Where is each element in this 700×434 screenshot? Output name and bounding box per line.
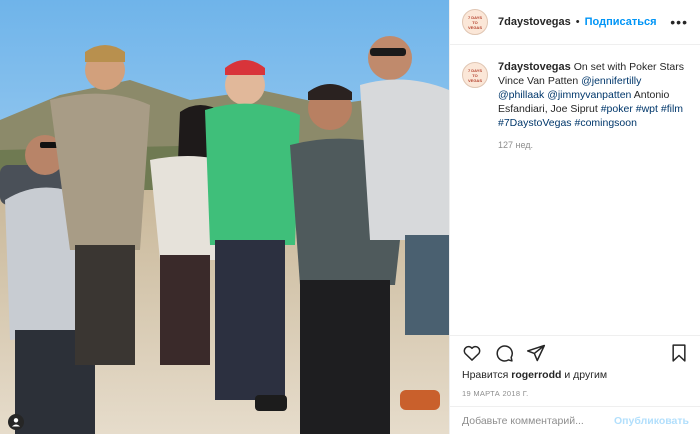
post-photo[interactable] <box>0 0 449 434</box>
likes-prefix: Нравится <box>462 369 512 381</box>
action-bar <box>450 335 700 369</box>
post-date[interactable]: 19 МАРТА 2018 Г. <box>462 389 529 398</box>
username-link[interactable]: 7daystovegas <box>498 16 571 28</box>
group-photo-image <box>0 0 449 434</box>
likes-line: Нравится rogerrodd и другим <box>462 369 607 381</box>
comment-input[interactable] <box>462 414 615 427</box>
likes-user-link[interactable]: rogerrodd <box>511 369 561 381</box>
more-icon[interactable]: ••• <box>670 14 688 30</box>
caption-tag-link[interactable]: @jennifertilly <box>581 75 641 87</box>
comment-icon[interactable] <box>494 343 514 363</box>
follow-button[interactable]: Подписаться <box>585 16 657 28</box>
caption-tag-link[interactable]: #7DaystoVegas <box>498 117 572 129</box>
caption-tag-link[interactable]: @phillaak <box>498 89 544 101</box>
caption-tag-link[interactable]: #film <box>661 103 683 115</box>
share-icon[interactable] <box>526 343 546 363</box>
caption-tag-link[interactable]: #poker <box>601 103 633 115</box>
profile-icon[interactable] <box>8 414 24 430</box>
heart-icon[interactable] <box>462 343 482 363</box>
caption-tag-link[interactable]: @jimmyvanpatten <box>547 89 631 101</box>
separator-dot: • <box>575 16 580 28</box>
post-caption: 7 DAYS TO VEGAS 7daystovegas On set with… <box>450 45 700 152</box>
caption-tag-link[interactable]: #comingsoon <box>574 117 636 129</box>
publish-button[interactable]: Опубликовать <box>614 415 689 427</box>
comment-box: Опубликовать <box>450 406 700 434</box>
post-side-panel: 7 DAYS TO VEGAS 7daystovegas • Подписать… <box>449 0 700 434</box>
likes-suffix[interactable]: и другим <box>561 369 607 381</box>
caption-username[interactable]: 7daystovegas <box>498 61 571 73</box>
post-age[interactable]: 127 нед. <box>498 138 688 152</box>
avatar[interactable]: 7 DAYS TO VEGAS <box>462 9 488 35</box>
caption-tag-link[interactable]: #wpt <box>636 103 658 115</box>
caption-avatar[interactable]: 7 DAYS TO VEGAS <box>462 62 488 88</box>
post-header: 7 DAYS TO VEGAS 7daystovegas • Подписать… <box>450 0 700 45</box>
bookmark-icon[interactable] <box>669 343 689 363</box>
